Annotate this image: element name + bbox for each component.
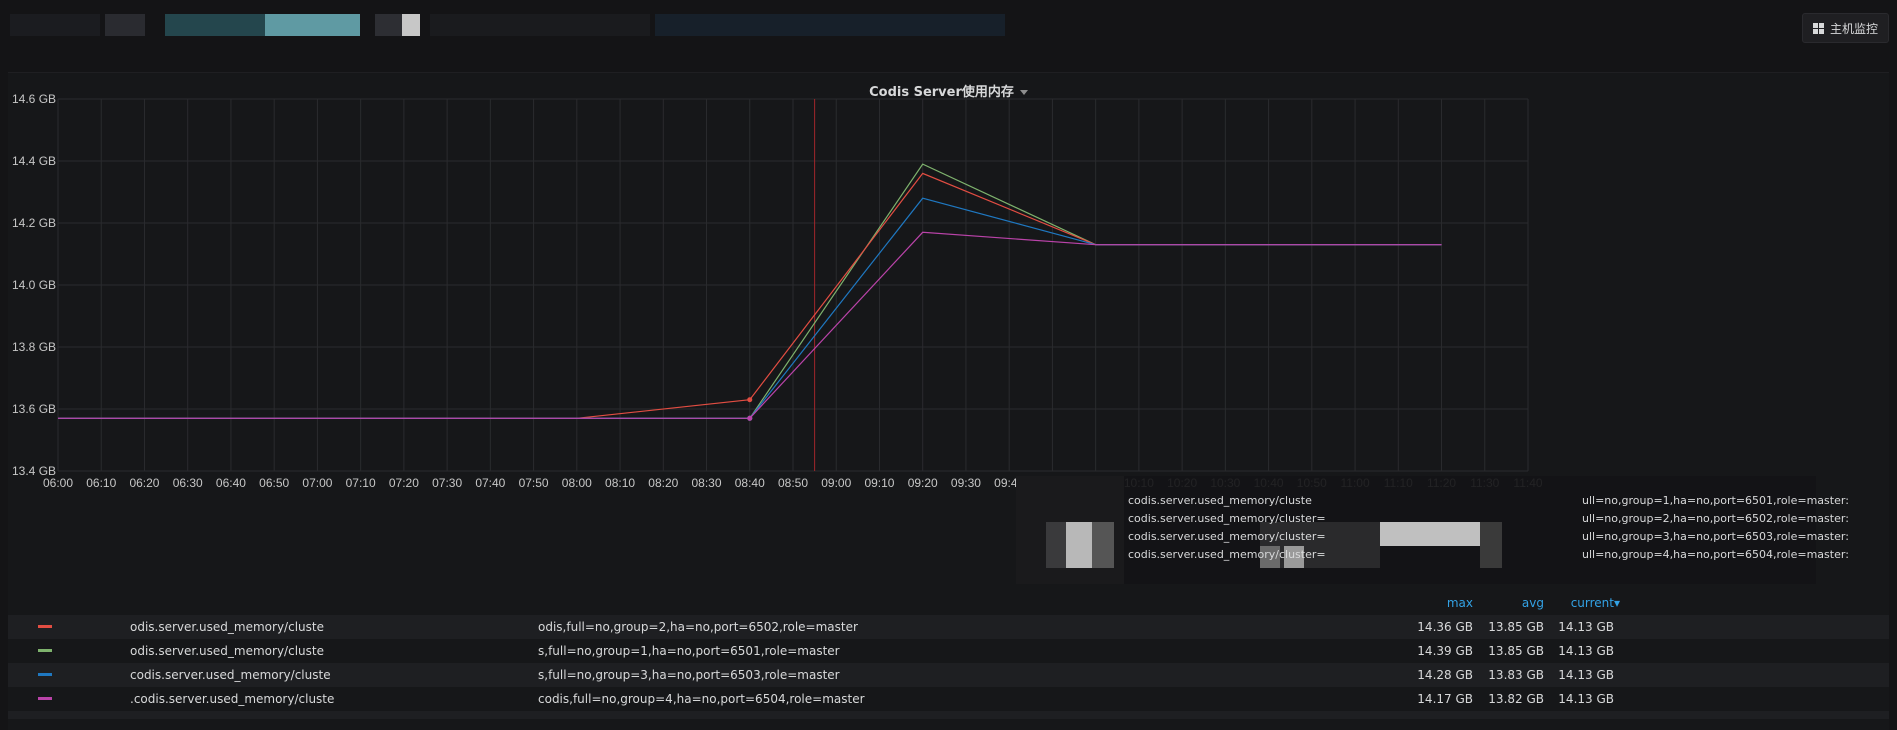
blurred-breadcrumb	[165, 14, 265, 36]
blurred-breadcrumb	[655, 14, 1005, 36]
x-tick-label: 08:30	[692, 476, 722, 490]
legend-max: 14.36 GB	[1417, 620, 1473, 634]
x-tick-label: 09:10	[864, 476, 894, 490]
apps-grid-icon	[1812, 22, 1824, 34]
y-tick-label: 14.4 GB	[12, 154, 56, 168]
series-swatch[interactable]	[38, 697, 52, 700]
graph-panel: Codis Server使用内存 13.4 GB 13.6 GB 13.8 GB 14…	[8, 72, 1889, 730]
series-swatch[interactable]	[38, 649, 52, 652]
legend-avg: 13.82 GB	[1488, 692, 1544, 706]
tooltip-row-name: codis.server.used_memory/cluster=	[1128, 548, 1326, 561]
legend-series-tags: s,full=no,group=1,ha=no,port=6501,role=m…	[538, 644, 840, 658]
legend-row[interactable]: odis.server.used_memory/cluste odis,full…	[8, 615, 1889, 639]
legend-avg: 13.85 GB	[1488, 620, 1544, 634]
blurred-breadcrumb	[265, 14, 360, 36]
series-point	[747, 397, 753, 403]
hover-tooltip: codis.server.used_memory/cluste ull=no,g…	[1016, 476, 1849, 584]
x-tick-label: 06:20	[129, 476, 159, 490]
top-navbar: 主机监控	[0, 0, 1897, 52]
legend-series-tags: odis,full=no,group=2,ha=no,port=6502,rol…	[538, 620, 858, 634]
x-tick-label: 08:50	[778, 476, 808, 490]
legend-series-name: odis.server.used_memory/cluste	[130, 620, 324, 634]
legend-current: 14.13 GB	[1558, 692, 1614, 706]
x-tick-label: 06:50	[259, 476, 289, 490]
legend-series-tags: codis,full=no,group=4,ha=no,port=6504,ro…	[538, 692, 865, 706]
series-swatch[interactable]	[38, 673, 52, 676]
dashboard-link-label: 主机监控	[1829, 21, 1878, 36]
x-tick-label: 06:30	[173, 476, 203, 490]
y-tick-label: 13.8 GB	[12, 340, 56, 354]
x-tick-label: 07:30	[432, 476, 462, 490]
legend-current: 14.13 GB	[1558, 644, 1614, 658]
series-swatch[interactable]	[38, 625, 52, 628]
tooltip-row-tags: ull=no,group=3,ha=no,port=6503,role=mast…	[1582, 530, 1849, 543]
legend-max: 14.28 GB	[1417, 668, 1473, 682]
legend-series-tags: s,full=no,group=3,ha=no,port=6503,role=m…	[538, 668, 840, 682]
x-tick-label: 08:40	[735, 476, 765, 490]
legend-series-name: odis.server.used_memory/cluste	[130, 644, 324, 658]
x-tick-label: 07:20	[389, 476, 419, 490]
x-tick-label: 07:50	[519, 476, 549, 490]
blurred-breadcrumb	[105, 14, 145, 36]
legend-max: 14.17 GB	[1417, 692, 1473, 706]
blurred-breadcrumb	[430, 14, 650, 36]
x-tick-label: 06:10	[86, 476, 116, 490]
y-tick-label: 14.6 GB	[12, 92, 56, 106]
tooltip-row-tags: ull=no,group=4,ha=no,port=6504,role=mast…	[1582, 548, 1849, 561]
legend-avg: 13.85 GB	[1488, 644, 1544, 658]
x-tick-label: 06:00	[43, 476, 73, 490]
x-tick-label: 07:10	[346, 476, 376, 490]
y-tick-label: 14.0 GB	[12, 278, 56, 292]
x-tick-label: 07:40	[475, 476, 505, 490]
tooltip-row: codis.server.used_memory/cluster= ull=no…	[1016, 530, 1849, 548]
x-tick-label: 09:00	[821, 476, 851, 490]
x-tick-label: 08:20	[648, 476, 678, 490]
legend-max: 14.39 GB	[1417, 644, 1473, 658]
y-tick-label: 13.6 GB	[12, 402, 56, 416]
legend-header: max avg current▾	[8, 593, 1889, 615]
legend-row[interactable]: odis.server.used_memory/cluste s,full=no…	[8, 639, 1889, 663]
legend-series-name: codis.server.used_memory/cluste	[130, 668, 331, 682]
tooltip-row: codis.server.used_memory/cluster= ull=no…	[1016, 548, 1849, 566]
tooltip-row-tags: ull=no,group=1,ha=no,port=6501,role=mast…	[1582, 494, 1849, 507]
blurred-breadcrumb	[402, 14, 420, 36]
tooltip-row-tags: ull=no,group=2,ha=no,port=6502,role=mast…	[1582, 512, 1849, 525]
legend-row[interactable]: codis.server.used_memory/cluste s,full=n…	[8, 663, 1889, 687]
legend-header-avg[interactable]: avg	[1474, 596, 1544, 610]
x-tick-label: 07:00	[302, 476, 332, 490]
tooltip-row-name: codis.server.used_memory/cluster=	[1128, 530, 1326, 543]
tooltip-row-name: codis.server.used_memory/cluste	[1128, 494, 1312, 507]
legend-current: 14.13 GB	[1558, 668, 1614, 682]
x-tick-label: 06:40	[216, 476, 246, 490]
legend-header-current[interactable]: current▾	[1544, 596, 1620, 610]
tooltip-row: codis.server.used_memory/cluster= ull=no…	[1016, 512, 1849, 530]
tooltip-row-name: codis.server.used_memory/cluster=	[1128, 512, 1326, 525]
x-tick-label: 09:30	[951, 476, 981, 490]
legend-row-partial[interactable]	[8, 711, 1889, 719]
tooltip-row: codis.server.used_memory/cluste ull=no,g…	[1016, 494, 1849, 512]
series-point	[747, 415, 753, 421]
x-tick-label: 08:00	[562, 476, 592, 490]
blurred-breadcrumb	[10, 14, 100, 36]
y-tick-label: 14.2 GB	[12, 216, 56, 230]
legend-row[interactable]: .codis.server.used_memory/cluste codis,f…	[8, 687, 1889, 711]
legend-current: 14.13 GB	[1558, 620, 1614, 634]
legend-series-name: .codis.server.used_memory/cluste	[130, 692, 335, 706]
legend-header-max[interactable]: max	[1403, 596, 1473, 610]
dashboard-link-button[interactable]: 主机监控	[1801, 13, 1889, 43]
x-tick-label: 09:20	[908, 476, 938, 490]
legend-avg: 13.83 GB	[1488, 668, 1544, 682]
x-tick-label: 08:10	[605, 476, 635, 490]
